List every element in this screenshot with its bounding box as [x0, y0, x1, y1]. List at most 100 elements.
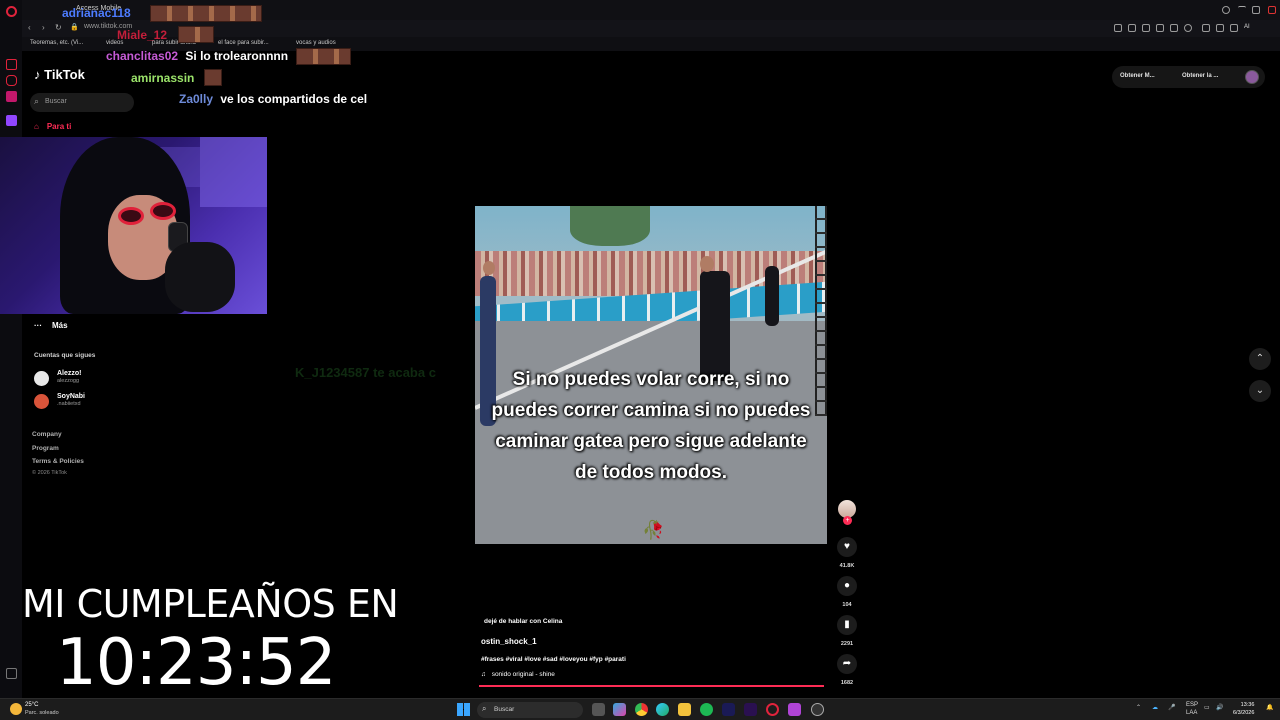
weather-sun-icon[interactable] — [10, 703, 22, 715]
share-button[interactable]: ➦ — [837, 654, 857, 674]
chat-icon[interactable] — [1202, 24, 1210, 32]
back-icon[interactable]: ‹ — [28, 23, 31, 32]
forward-icon[interactable]: › — [42, 23, 45, 32]
video-sound[interactable]: ♫ sonido original - shine — [481, 671, 555, 678]
history-icon[interactable] — [6, 59, 17, 70]
footer-link-terms[interactable]: Terms & Policies — [32, 458, 84, 465]
instagram-icon[interactable] — [6, 75, 17, 86]
video-hashtags[interactable]: #frases #viral #love #sad #loveyou #fyp … — [481, 656, 626, 663]
edge-icon[interactable] — [656, 703, 669, 716]
taskbar-search[interactable]: ⌕ Buscar — [477, 702, 583, 718]
volume-icon[interactable]: 🔊 — [1216, 704, 1223, 711]
opera-icon[interactable] — [766, 703, 779, 716]
save-button[interactable]: ▮ — [837, 615, 857, 635]
spotify-icon[interactable] — [700, 703, 713, 716]
nav-item-para-ti[interactable]: ⌂ Para ti — [34, 122, 71, 131]
account-handle: .nabiietxd — [57, 401, 81, 407]
followed-account[interactable]: SoyNabi .nabiietxd — [34, 393, 154, 411]
bookmark-item[interactable]: vocas y audios — [296, 40, 336, 46]
following-section-title: Cuentas que sigues — [34, 352, 96, 359]
snapshot-icon[interactable] — [1156, 24, 1164, 32]
search-tab-icon[interactable] — [1222, 6, 1230, 14]
microphone-icon[interactable]: 🎤 — [1168, 704, 1175, 711]
heart-glasses — [150, 202, 176, 220]
video-runner-head — [483, 261, 495, 275]
followed-account[interactable]: Alezzo! alezzogg — [34, 370, 154, 388]
weather-desc[interactable]: Parc. soleado — [25, 710, 59, 716]
messenger-icon[interactable] — [6, 91, 17, 102]
reload-icon[interactable]: ↻ — [55, 23, 62, 32]
obs-icon[interactable] — [811, 703, 824, 716]
discord-icon[interactable] — [788, 703, 801, 716]
shield-icon[interactable] — [1142, 24, 1150, 32]
settings-icon[interactable] — [6, 668, 17, 679]
chevron-up-icon: ⌃ — [1255, 353, 1265, 364]
video-player[interactable]: Si no puedes volar corre, si no puedes c… — [475, 206, 827, 544]
after-effects-icon[interactable] — [722, 703, 735, 716]
heart-glasses — [118, 207, 144, 225]
copy-icon[interactable] — [1128, 24, 1136, 32]
comment-button[interactable]: ● — [837, 576, 857, 596]
get-app-button[interactable]: Obtener la ... — [1182, 73, 1218, 79]
download-icon[interactable] — [1216, 24, 1224, 32]
language-indicator[interactable]: ESP LAA — [1186, 701, 1198, 717]
profile-avatar[interactable] — [1245, 70, 1259, 84]
home-icon: ⌂ — [34, 122, 39, 131]
next-video-button[interactable]: ⌄ — [1249, 380, 1271, 402]
heart-icon[interactable] — [1184, 24, 1192, 32]
chrome-icon[interactable] — [635, 703, 648, 716]
tray-overflow-icon[interactable]: ⌃ — [1136, 704, 1141, 711]
share-icon: ➦ — [842, 658, 852, 669]
task-view-icon[interactable] — [592, 703, 605, 716]
file-explorer-icon[interactable] — [678, 703, 691, 716]
language-top: ESP — [1186, 702, 1199, 708]
nav-item-more[interactable]: ··· Más — [34, 321, 68, 330]
follow-plus-icon[interactable]: + — [843, 516, 852, 525]
windows-start-icon[interactable] — [457, 703, 470, 716]
footer-link-program[interactable]: Program — [32, 445, 59, 452]
notifications-icon[interactable]: 🔔 — [1266, 704, 1273, 711]
tiktok-logo[interactable]: ♪ TikTok — [34, 67, 85, 82]
chat-emotes — [178, 26, 214, 43]
ai-icon[interactable]: AI — [1244, 24, 1258, 32]
premiere-icon[interactable] — [744, 703, 757, 716]
search-icon: ⌕ — [482, 704, 487, 713]
opera-logo-icon[interactable] — [6, 6, 17, 17]
network-icon[interactable]: ▭ — [1204, 704, 1210, 711]
video-author[interactable]: ostin_shock_1 — [481, 637, 537, 646]
previous-video-button[interactable]: ⌃ — [1249, 348, 1271, 370]
chat-username: chanclitas02 — [106, 49, 179, 63]
chat-username: Za0lly — [179, 92, 214, 106]
chat-message: adrianac118 — [62, 6, 131, 20]
copilot-icon[interactable] — [613, 703, 626, 716]
chat-text: Si lo trolearonnnn — [185, 49, 289, 63]
chat-emotes — [204, 69, 222, 86]
play-icon[interactable] — [1170, 24, 1178, 32]
copyright: © 2026 TikTok — [32, 470, 67, 476]
onedrive-icon[interactable]: ☁ — [1152, 704, 1158, 711]
search-input[interactable]: ⌕ Buscar — [30, 93, 134, 112]
get-coins-button[interactable]: Obtener M... — [1120, 73, 1155, 79]
footer-link-company[interactable]: Company — [32, 431, 62, 438]
video-progress-bar[interactable] — [479, 685, 824, 687]
twitch-icon[interactable] — [6, 115, 17, 126]
system-clock[interactable]: 13:36 6/3/2026 — [1233, 701, 1254, 717]
countdown-timer: 10:23:52 — [56, 626, 336, 700]
bookmark-item[interactable]: el face para subir... — [218, 40, 269, 46]
faded-chat-message: K_J1234587 te acaba c — [295, 365, 436, 380]
extension-icon[interactable] — [1114, 24, 1122, 32]
sound-name: sonido original - shine — [491, 671, 555, 678]
close-window-icon[interactable] — [1268, 6, 1276, 14]
bookmark-item[interactable]: Teoremas, etc. (Vi... — [30, 40, 83, 46]
more-icon[interactable] — [1262, 24, 1270, 32]
video-overlay-text: dejé de hablar con Celina — [484, 618, 563, 625]
like-button[interactable]: ♥ — [837, 537, 857, 557]
search-icon: ⌕ — [34, 96, 40, 106]
weather-temp[interactable]: 25°C — [25, 702, 38, 708]
browser-sidebar — [0, 0, 22, 698]
maximize-icon[interactable] — [1252, 6, 1260, 14]
menu-icon[interactable] — [1230, 24, 1238, 32]
chat-username: Miale_12 — [117, 28, 168, 42]
minimize-icon[interactable] — [1238, 6, 1246, 14]
lock-icon: 🔒 — [70, 24, 79, 31]
